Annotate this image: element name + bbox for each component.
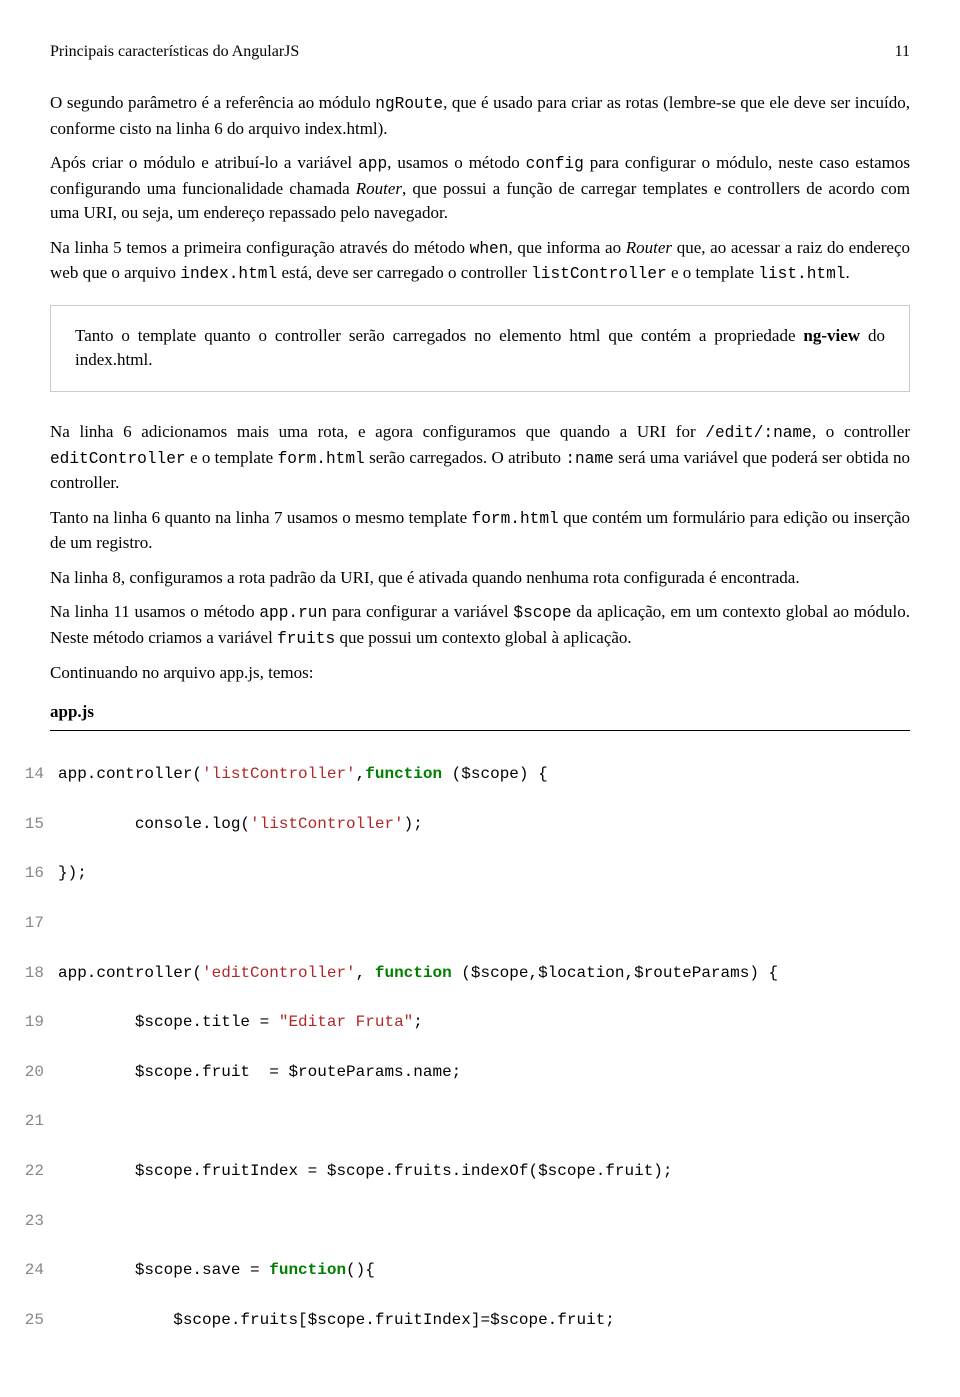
- code-listhtml: list.html: [758, 265, 845, 283]
- code-line-23: 23: [14, 1209, 910, 1234]
- code-ngroute: ngRoute: [375, 95, 443, 113]
- code-apprun: app.run: [259, 604, 327, 622]
- code-line-16: 16});: [14, 861, 910, 886]
- header-pageno: 11: [895, 40, 910, 63]
- paragraph-1: O segundo parâmetro é a referência ao mó…: [50, 91, 910, 141]
- paragraph-8: Continuando no arquivo app.js, temos:: [50, 661, 910, 686]
- code-editname: /edit/:name: [705, 424, 812, 442]
- note-box: Tanto o template quanto o controller ser…: [50, 305, 910, 392]
- code-fruits: fruits: [277, 630, 335, 648]
- code-formhtml-2: form.html: [472, 510, 559, 528]
- code-divider: [50, 730, 910, 731]
- code-filename: app.js: [50, 700, 910, 725]
- code-line-14: 14app.controller('listController',functi…: [14, 762, 910, 787]
- code-line-21: 21: [14, 1109, 910, 1134]
- code-scope: $scope: [513, 604, 571, 622]
- paragraph-4: Na linha 6 adicionamos mais uma rota, e …: [50, 420, 910, 495]
- paragraph-3: Na linha 5 temos a primeira configuração…: [50, 236, 910, 287]
- code-editcontroller: editController: [50, 450, 186, 468]
- paragraph-7: Na linha 11 usamos o método app.run para…: [50, 600, 910, 651]
- code-line-25: 25 $scope.fruits[$scope.fruitIndex]=$sco…: [14, 1308, 910, 1333]
- code-block: 14app.controller('listController',functi…: [14, 737, 910, 1357]
- code-line-18: 18app.controller('editController', funct…: [14, 961, 910, 986]
- code-line-20: 20 $scope.fruit = $routeParams.name;: [14, 1060, 910, 1085]
- code-line-17: 17: [14, 911, 910, 936]
- code-when: when: [470, 240, 509, 258]
- header-title: Principais características do AngularJS: [50, 40, 299, 63]
- code-formhtml: form.html: [278, 450, 365, 468]
- code-line-22: 22 $scope.fruitIndex = $scope.fruits.ind…: [14, 1159, 910, 1184]
- text-ngview: ng-view: [803, 326, 860, 345]
- code-line-24: 24 $scope.save = function(){: [14, 1258, 910, 1283]
- paragraph-6: Na linha 8, configuramos a rota padrão d…: [50, 566, 910, 591]
- paragraph-5: Tanto na linha 6 quanto na linha 7 usamo…: [50, 506, 910, 556]
- code-config: config: [526, 155, 584, 173]
- note-text: Tanto o template quanto o controller ser…: [75, 324, 885, 373]
- paragraph-2: Após criar o módulo e atribuí-lo a variá…: [50, 151, 910, 226]
- page-header: Principais características do AngularJS …: [50, 40, 910, 63]
- text-router-2: Router: [626, 238, 672, 257]
- text-router: Router: [356, 179, 402, 198]
- code-name: :name: [565, 450, 613, 468]
- code-line-15: 15 console.log('listController');: [14, 812, 910, 837]
- code-indexhtml: index.html: [180, 265, 277, 283]
- code-app: app: [358, 155, 387, 173]
- code-line-19: 19 $scope.title = "Editar Fruta";: [14, 1010, 910, 1035]
- code-listcontroller: listController: [531, 265, 667, 283]
